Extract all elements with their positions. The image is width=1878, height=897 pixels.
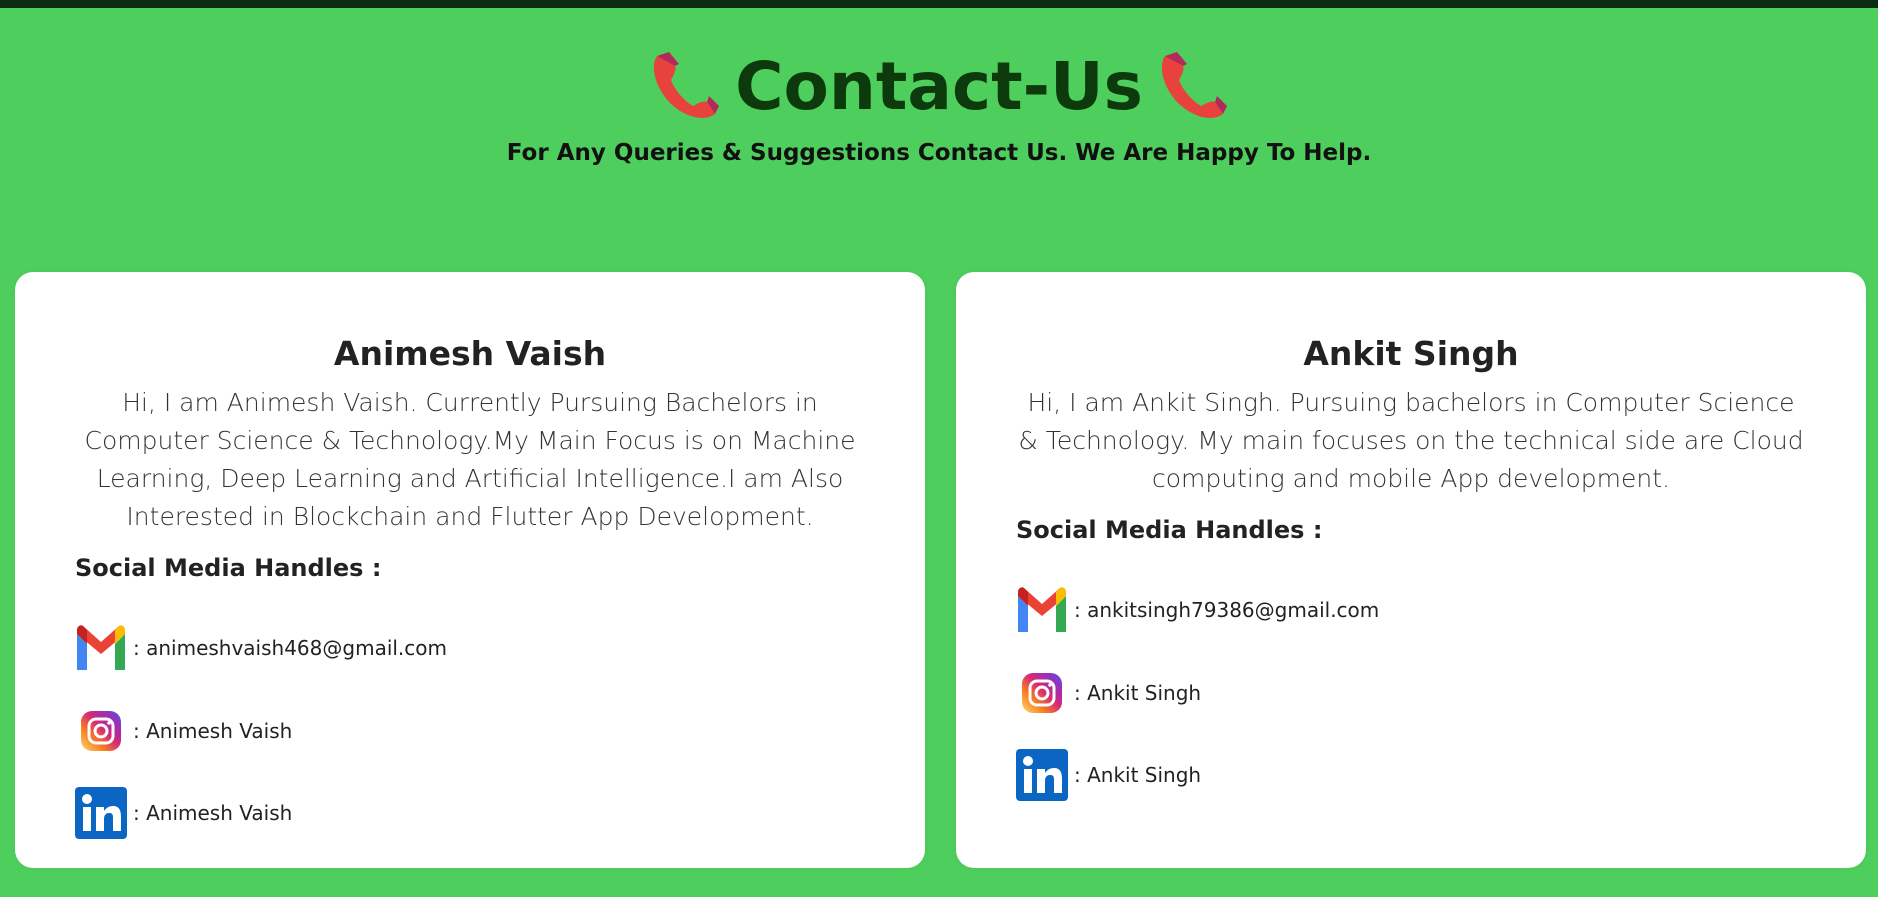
title-row: Contact-Us	[0, 42, 1878, 132]
email-row[interactable]: : animeshvaish468@gmail.com	[75, 622, 447, 674]
contact-card-animesh: Animesh Vaish Hi, I am Animesh Vaish. Cu…	[15, 272, 925, 868]
email-row[interactable]: : ankitsingh79386@gmail.com	[1016, 584, 1379, 636]
instagram-icon	[1016, 667, 1068, 719]
instagram-icon	[75, 705, 127, 757]
linkedin-row[interactable]: : Animesh Vaish	[75, 787, 292, 839]
contact-name: Ankit Singh	[1303, 334, 1519, 373]
instagram-row[interactable]: : Animesh Vaish	[75, 705, 292, 757]
telephone-receiver-icon	[1161, 52, 1227, 118]
page-title: Contact-Us	[735, 48, 1143, 125]
social-handles-title: Social Media Handles :	[75, 554, 382, 582]
linkedin-text[interactable]: : Animesh Vaish	[133, 801, 292, 825]
linkedin-text[interactable]: : Ankit Singh	[1074, 763, 1201, 787]
page-header: Contact-Us For Any Queries & Suggestions…	[0, 42, 1878, 166]
top-bar	[0, 0, 1878, 8]
gmail-icon	[1016, 584, 1068, 636]
contact-name: Animesh Vaish	[333, 334, 607, 373]
page-subtitle: For Any Queries & Suggestions Contact Us…	[506, 140, 1372, 166]
linkedin-icon	[1016, 749, 1068, 801]
contact-bio: Hi, I am Animesh Vaish. Currently Pursui…	[84, 388, 856, 531]
email-text[interactable]: : animeshvaish468@gmail.com	[133, 636, 447, 660]
instagram-text[interactable]: : Animesh Vaish	[133, 719, 292, 743]
instagram-text[interactable]: : Ankit Singh	[1074, 681, 1201, 705]
instagram-row[interactable]: : Ankit Singh	[1016, 667, 1201, 719]
linkedin-row[interactable]: : Ankit Singh	[1016, 749, 1201, 801]
contact-card-ankit: Ankit Singh Hi, I am Ankit Singh. Pursui…	[956, 272, 1866, 868]
gmail-icon	[75, 622, 127, 674]
contact-bio: Hi, I am Ankit Singh. Pursuing bachelors…	[1018, 388, 1804, 493]
social-handles-title: Social Media Handles :	[1016, 516, 1323, 544]
email-text[interactable]: : ankitsingh79386@gmail.com	[1074, 598, 1379, 622]
telephone-receiver-icon	[653, 52, 720, 118]
linkedin-icon	[75, 787, 127, 839]
